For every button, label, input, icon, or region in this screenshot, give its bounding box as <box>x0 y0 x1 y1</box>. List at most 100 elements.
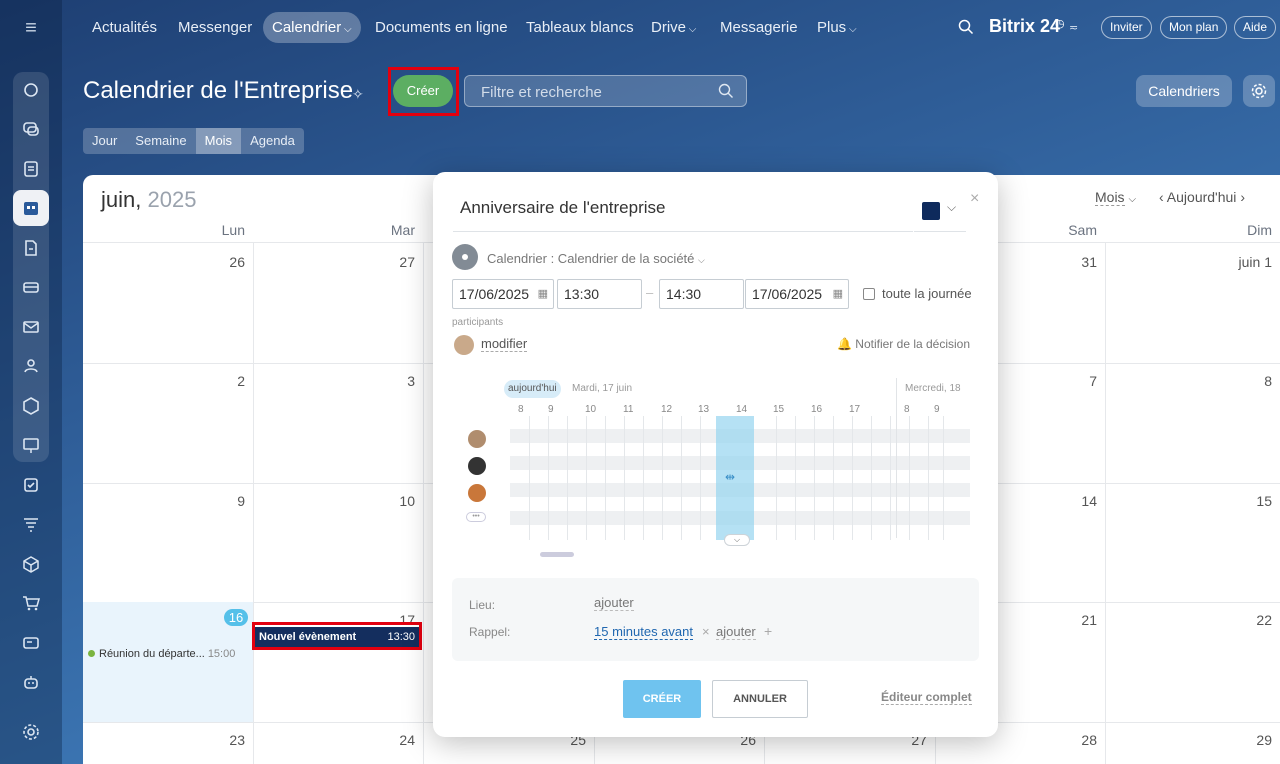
location-add-link[interactable]: ajouter <box>594 595 634 611</box>
prev-icon[interactable]: ‹ <box>1159 189 1164 205</box>
calendar-picker-icon[interactable]: ▦ <box>833 280 843 308</box>
planner-scrollbar[interactable] <box>540 552 574 557</box>
view-week[interactable]: Semaine <box>126 128 195 154</box>
my-plan-button[interactable]: Mon plan <box>1160 16 1228 39</box>
date-from-value: 17/06/2025 <box>459 286 530 302</box>
time-from-input[interactable]: 13:30 <box>557 279 642 309</box>
view-agenda[interactable]: Agenda <box>241 128 304 154</box>
notify-decision[interactable]: 🔔 Notifier de la décision <box>837 337 970 351</box>
menu-burger-icon[interactable]: ≡ <box>20 18 42 38</box>
plus-icon[interactable]: + <box>764 623 772 639</box>
all-day-checkbox[interactable] <box>863 288 875 300</box>
box-icon[interactable] <box>13 546 49 582</box>
today-button[interactable]: Aujourd'hui <box>1167 189 1237 205</box>
nav-item-actualites[interactable]: Actualités <box>83 12 166 43</box>
avatar[interactable] <box>468 457 486 475</box>
color-swatch[interactable] <box>922 202 940 220</box>
day-number[interactable]: 9 <box>83 493 245 509</box>
settings-button[interactable] <box>1243 75 1275 107</box>
day-number[interactable]: 23 <box>83 732 245 748</box>
calendar-select[interactable]: Calendrier : Calendrier de la société ⌵ <box>487 251 705 266</box>
nav-item-label: Drive <box>651 19 687 36</box>
sliders-icon[interactable]: ≂ <box>1069 21 1078 34</box>
day-number[interactable]: 29 <box>1105 732 1272 748</box>
invite-button[interactable]: Inviter <box>1101 16 1152 39</box>
documents-icon[interactable] <box>13 151 49 187</box>
people-icon[interactable] <box>13 348 49 384</box>
day-number[interactable]: 24 <box>253 732 415 748</box>
mail-icon[interactable] <box>13 309 49 345</box>
date-to-input[interactable]: 17/06/2025 ▦ <box>745 279 849 309</box>
pin-icon[interactable]: ✧ <box>352 86 364 103</box>
date-from-input[interactable]: 17/06/2025 ▦ <box>452 279 554 309</box>
reminder-value[interactable]: 15 minutes avant <box>594 624 694 640</box>
nav-item-whiteboards[interactable]: Tableaux blancs <box>517 12 643 43</box>
full-editor-link[interactable]: Éditeur complet <box>881 690 972 705</box>
create-button[interactable]: Créer <box>393 75 453 107</box>
nav-item-documents[interactable]: Documents en ligne <box>366 12 517 43</box>
search-icon[interactable] <box>718 83 734 104</box>
day-number[interactable]: 2 <box>83 373 245 389</box>
board-icon[interactable] <box>13 427 49 463</box>
avatar[interactable] <box>468 484 486 502</box>
day-number[interactable]: 26 <box>83 254 245 270</box>
help-button[interactable]: Aide <box>1234 16 1277 39</box>
view-day[interactable]: Jour <box>83 128 126 154</box>
planner-gridline <box>833 416 834 540</box>
day-number[interactable]: 15 <box>1105 493 1272 509</box>
availability-planner: aujourd'hui Mardi, 17 juin Mercredi, 18 … <box>452 378 972 558</box>
filter-icon[interactable] <box>13 506 49 542</box>
cancel-button[interactable]: ANNULER <box>712 680 808 718</box>
calendar-event[interactable]: Réunion du départe... 15:00 <box>88 648 235 660</box>
notify-label: Notifier de la décision <box>855 337 971 351</box>
day-number[interactable]: juin 1 <box>1105 254 1272 270</box>
file-icon[interactable] <box>13 230 49 266</box>
modify-participants-link[interactable]: modifier <box>481 336 528 352</box>
drive-icon[interactable] <box>13 269 49 305</box>
time-to-input[interactable]: 14:30 <box>659 279 744 309</box>
event-popup: Anniversaire de l'entreprise ⌵ × Calendr… <box>433 172 998 737</box>
card-icon[interactable] <box>13 625 49 661</box>
day-number[interactable]: 10 <box>253 493 415 509</box>
brand-logo[interactable]: Bitrix 24 <box>989 16 1060 37</box>
day-number[interactable]: 3 <box>253 373 415 389</box>
gear-icon <box>1251 83 1267 99</box>
search-input[interactable]: Filtre et recherche <box>464 75 747 107</box>
close-icon[interactable]: × <box>970 190 979 208</box>
calendar-picker-icon[interactable]: ▦ <box>538 280 548 308</box>
settings-icon[interactable] <box>13 714 49 750</box>
more-participants-icon[interactable]: ••• <box>466 512 486 522</box>
calendars-button[interactable]: Calendriers <box>1136 75 1232 107</box>
nav-item-messenger[interactable]: Messenger <box>169 12 261 43</box>
view-select[interactable]: Mois ⌵ <box>1095 189 1136 206</box>
remove-reminder-icon[interactable]: × <box>702 624 710 639</box>
all-day-label[interactable]: toute la journée <box>882 286 972 301</box>
day-number[interactable]: 27 <box>253 254 415 270</box>
robot-icon[interactable] <box>13 664 49 700</box>
avatar[interactable] <box>454 335 474 355</box>
planner-grid[interactable]: ⇹ <box>510 416 970 540</box>
nav-item-drive[interactable]: Drive ⌵ <box>642 12 705 43</box>
avatar[interactable] <box>468 430 486 448</box>
expand-planner-icon[interactable]: ⌵ <box>724 534 750 546</box>
chat-icon[interactable] <box>13 111 49 147</box>
tasks-icon[interactable] <box>13 467 49 503</box>
search-icon[interactable] <box>958 19 974 40</box>
nav-item-mail[interactable]: Messagerie <box>711 12 807 43</box>
resize-handle-icon[interactable]: ⇹ <box>725 470 735 484</box>
nav-item-more[interactable]: Plus ⌵ <box>808 12 866 43</box>
day-number[interactable]: 22 <box>1105 612 1272 628</box>
create-event-button[interactable]: CRÉER <box>623 680 701 718</box>
today-badge[interactable]: 16 <box>224 609 248 626</box>
view-month[interactable]: Mois <box>195 128 242 154</box>
next-icon[interactable]: › <box>1240 189 1245 205</box>
feed-icon[interactable] <box>13 72 49 108</box>
hexagon-icon[interactable] <box>13 388 49 424</box>
calendar-icon[interactable] <box>13 190 49 226</box>
event-title-input[interactable]: Anniversaire de l'entreprise <box>460 198 665 218</box>
cart-icon[interactable] <box>13 585 49 621</box>
reminder-add-link[interactable]: ajouter <box>716 624 756 640</box>
chevron-down-icon[interactable]: ⌵ <box>947 200 956 215</box>
nav-item-calendrier[interactable]: Calendrier ⌵ <box>263 12 361 43</box>
day-number[interactable]: 8 <box>1105 373 1272 389</box>
